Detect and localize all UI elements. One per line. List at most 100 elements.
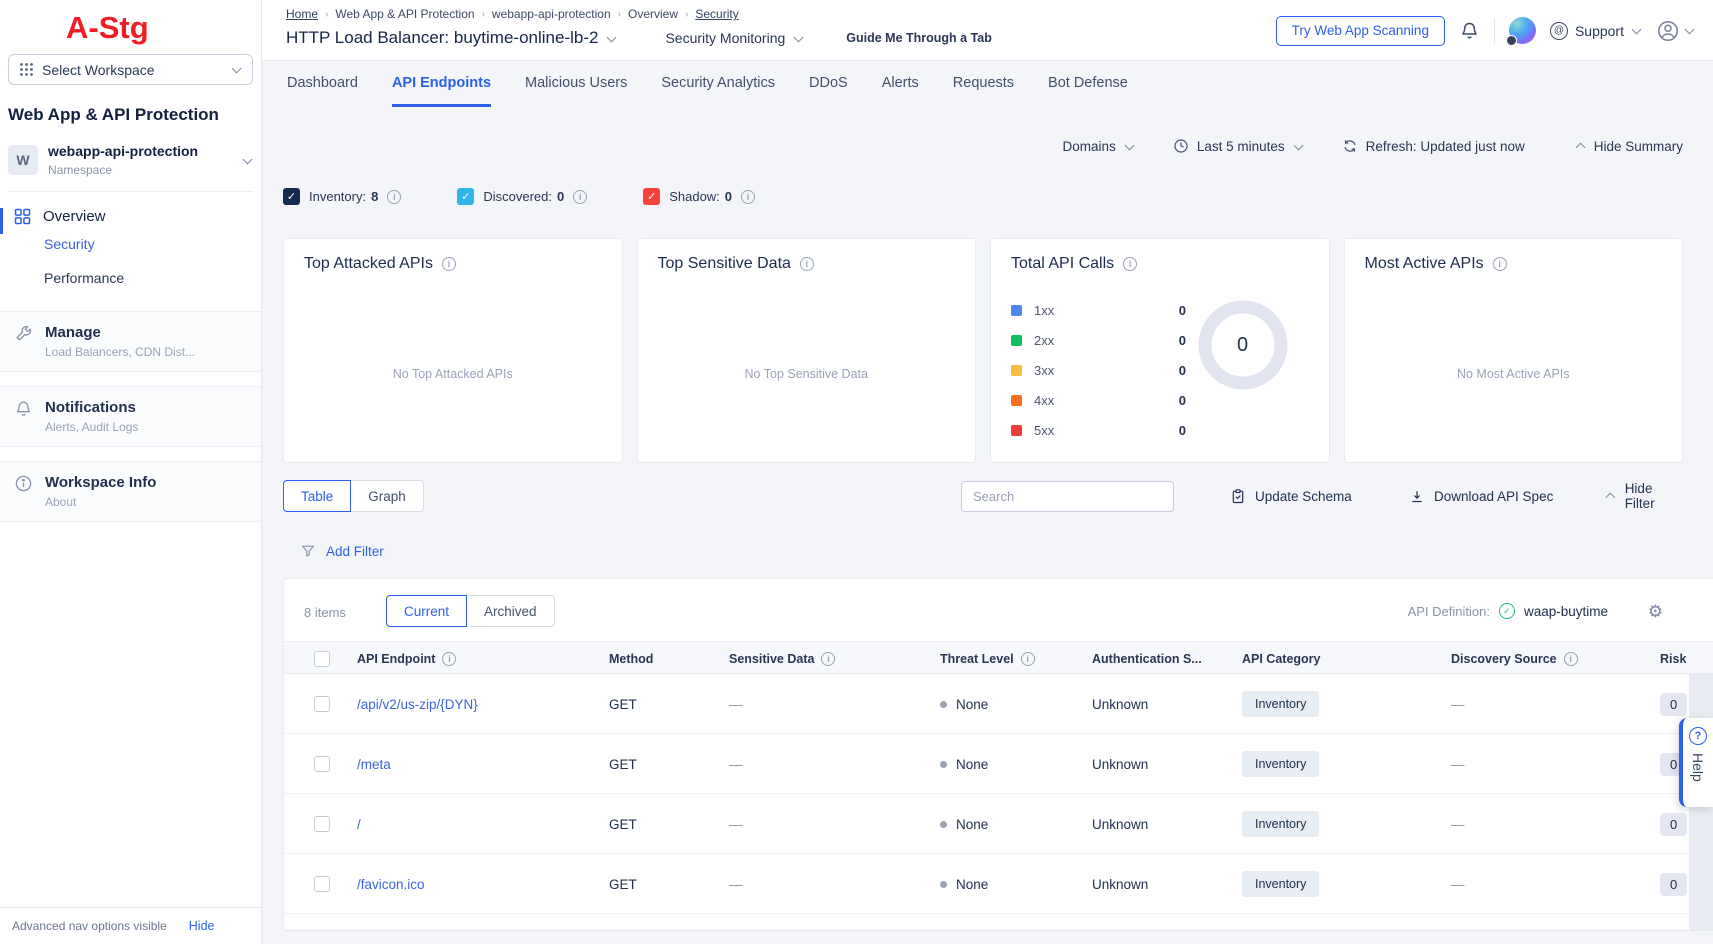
tab-bot-defense[interactable]: Bot Defense [1048, 75, 1128, 107]
card-title: Total API Calls [1011, 255, 1114, 273]
column-header-endpoint[interactable]: API Endpoint [357, 652, 435, 666]
tab-dashboard[interactable]: Dashboard [287, 75, 358, 107]
column-header-method[interactable]: Method [609, 652, 653, 666]
graph-view-button[interactable]: Graph [350, 480, 424, 512]
table-settings-gear-icon[interactable]: ⚙ [1648, 603, 1663, 620]
method-value: GET [609, 734, 637, 794]
column-header-authentication[interactable]: Authentication S... [1092, 652, 1202, 666]
info-icon[interactable]: i [800, 257, 814, 271]
endpoint-link[interactable]: / [357, 817, 361, 832]
time-range-label: Last 5 minutes [1197, 139, 1285, 154]
inventory-checkbox[interactable]: ✓ [283, 188, 300, 205]
chevron-down-icon[interactable] [607, 32, 617, 42]
legend-item-4xx: 4xx0 [1011, 385, 1186, 415]
row-checkbox[interactable] [314, 816, 330, 832]
info-icon[interactable]: i [1123, 257, 1137, 271]
guide-me-link[interactable]: Guide Me Through a Tab [846, 31, 992, 45]
monitoring-mode-select[interactable]: Security Monitoring [665, 30, 804, 46]
tab-ddos[interactable]: DDoS [809, 75, 848, 107]
help-widget[interactable]: ? Help [1679, 718, 1713, 807]
column-header-risk[interactable]: Risk [1660, 652, 1686, 666]
api-definition-value[interactable]: waap-buytime [1524, 604, 1608, 619]
add-filter-button[interactable]: Add Filter [300, 543, 384, 559]
sidebar-item-performance[interactable]: Performance [0, 261, 261, 295]
notification-bell-icon[interactable] [1459, 20, 1480, 41]
row-checkbox[interactable] [314, 876, 330, 892]
info-icon[interactable]: i [741, 190, 755, 204]
sidebar-footer: Advanced nav options visible Hide [0, 907, 261, 944]
shadow-checkbox[interactable]: ✓ [643, 188, 660, 205]
info-icon[interactable]: i [1564, 652, 1578, 666]
try-web-app-scanning-button[interactable]: Try Web App Scanning [1276, 16, 1445, 46]
workspace-selector[interactable]: Select Workspace [8, 54, 253, 85]
update-schema-button[interactable]: Update Schema [1230, 488, 1352, 505]
info-icon[interactable]: i [387, 190, 401, 204]
tab-requests[interactable]: Requests [953, 75, 1014, 107]
hide-advanced-nav-link[interactable]: Hide [189, 919, 215, 933]
column-header-api-category[interactable]: API Category [1242, 652, 1321, 666]
tab-security-analytics[interactable]: Security Analytics [661, 75, 775, 107]
column-header-discovery-source[interactable]: Discovery Source [1451, 652, 1557, 666]
product-title: Web App & API Protection [8, 105, 253, 125]
breadcrumb-item[interactable]: webapp-api-protection [492, 7, 611, 21]
tab-api-endpoints[interactable]: API Endpoints [392, 75, 491, 107]
column-header-sensitive-data[interactable]: Sensitive Data [729, 652, 814, 666]
sidebar-item-label: Workspace Info [45, 474, 156, 491]
domains-select[interactable]: Domains [1063, 139, 1135, 154]
sidebar-item-security[interactable]: Security [0, 227, 261, 261]
download-api-spec-button[interactable]: Download API Spec [1409, 488, 1553, 505]
threat-level-value: None [956, 817, 988, 832]
info-icon[interactable]: i [1493, 257, 1507, 271]
endpoint-link[interactable]: /favicon.ico [357, 877, 425, 892]
risk-score-badge: 0 [1660, 873, 1687, 896]
time-range-select[interactable]: Last 5 minutes [1173, 138, 1304, 154]
support-menu[interactable]: @ Support [1550, 22, 1642, 40]
chevron-up-icon [1575, 143, 1585, 153]
legend-item-1xx: 1xx0 [1011, 295, 1186, 325]
current-tab-button[interactable]: Current [386, 595, 467, 627]
breadcrumb-security[interactable]: Security [695, 7, 738, 21]
info-icon[interactable]: i [442, 257, 456, 271]
support-icon: @ [1550, 22, 1568, 40]
sidebar-item-overview[interactable]: Overview [0, 206, 261, 227]
status-code-legend: 1xx0 2xx0 3xx0 4xx0 5xx0 [1011, 295, 1186, 445]
info-icon[interactable]: i [573, 190, 587, 204]
search-input[interactable] [961, 481, 1174, 512]
endpoint-link[interactable]: /api/v2/us-zip/{DYN} [357, 697, 478, 712]
tab-bar: Dashboard API Endpoints Malicious Users … [287, 75, 1128, 107]
refresh-control[interactable]: Refresh: Updated just now [1342, 138, 1525, 154]
hide-summary-toggle[interactable]: Hide Summary [1575, 139, 1683, 154]
select-all-checkbox[interactable] [314, 651, 330, 667]
namespace-type-label: Namespace [48, 163, 198, 177]
breadcrumb-item[interactable]: Overview [628, 7, 678, 21]
info-icon[interactable]: i [442, 652, 456, 666]
info-icon[interactable]: i [821, 652, 835, 666]
endpoint-link[interactable]: /meta [357, 757, 391, 772]
table-view-button[interactable]: Table [283, 480, 351, 512]
sidebar-item-manage[interactable]: Manage Load Balancers, CDN Dist... [0, 311, 261, 372]
tenant-avatar[interactable] [1509, 17, 1536, 44]
row-checkbox[interactable] [314, 696, 330, 712]
legend-item-2xx: 2xx0 [1011, 325, 1186, 355]
hide-filter-toggle[interactable]: Hide Filter [1605, 481, 1683, 511]
threat-level-value: None [956, 877, 988, 892]
discovered-checkbox[interactable]: ✓ [457, 188, 474, 205]
hide-filter-label: Hide Filter [1625, 481, 1683, 511]
sidebar-item-notifications[interactable]: Notifications Alerts, Audit Logs [0, 386, 261, 447]
refresh-icon [1342, 138, 1358, 154]
tab-malicious-users[interactable]: Malicious Users [525, 75, 627, 107]
namespace-selector[interactable]: W webapp-api-protection Namespace [8, 143, 253, 192]
breadcrumb-home[interactable]: Home [286, 7, 318, 21]
api-category-badge: Inventory [1242, 871, 1319, 897]
column-header-threat-level[interactable]: Threat Level [940, 652, 1014, 666]
info-icon[interactable]: i [1021, 652, 1035, 666]
tab-alerts[interactable]: Alerts [882, 75, 919, 107]
summary-cards: Top Attacked APIsi No Top Attacked APIs … [283, 238, 1683, 463]
account-menu[interactable] [1656, 19, 1695, 43]
breadcrumb-item[interactable]: Web App & API Protection [335, 7, 474, 21]
divider [1494, 18, 1495, 44]
sidebar-item-workspace-info[interactable]: Workspace Info About [0, 461, 261, 522]
row-checkbox[interactable] [314, 756, 330, 772]
legend-swatch [1011, 305, 1022, 316]
archived-tab-button[interactable]: Archived [466, 595, 555, 627]
